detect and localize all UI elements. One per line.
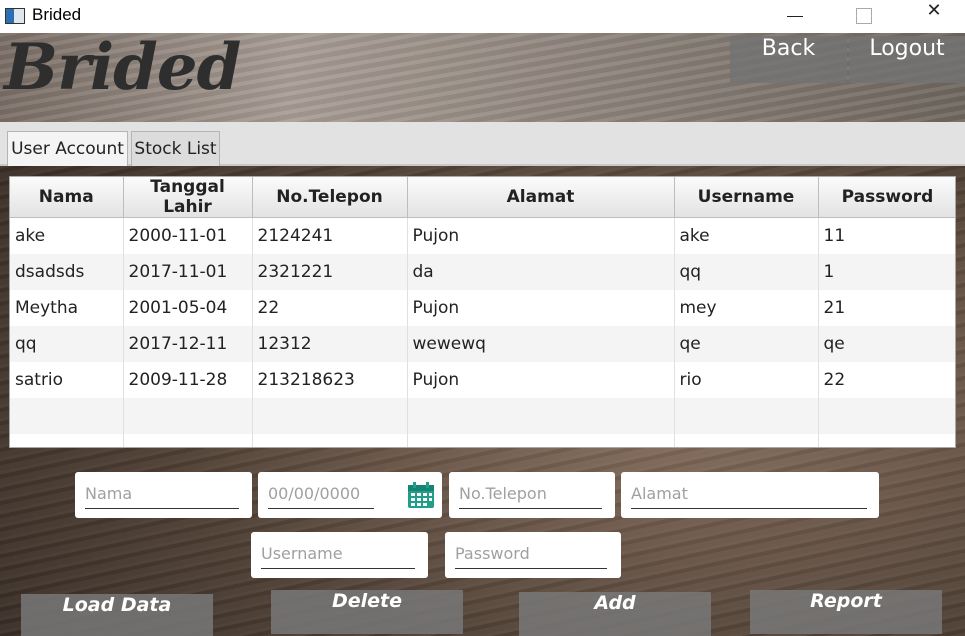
table-cell: 2017-12-11 xyxy=(123,325,253,362)
table-header-row: Nama Tanggal Lahir No.Telepon Alamat Use… xyxy=(10,177,955,218)
tab-user-account[interactable]: User Account xyxy=(7,131,128,166)
table-cell: satrio xyxy=(10,361,124,398)
table-cell: 21 xyxy=(818,289,955,326)
app-icon xyxy=(5,8,25,24)
column-header-username[interactable]: Username xyxy=(674,177,819,218)
password-input[interactable] xyxy=(455,538,607,569)
table-cell: qq xyxy=(10,325,124,362)
tanggal-lahir-field xyxy=(258,472,442,518)
table-cell: 1 xyxy=(818,253,955,290)
table-cell: qq xyxy=(674,253,819,290)
delete-button[interactable]: Delete xyxy=(271,590,463,634)
password-field xyxy=(445,532,621,578)
table-cell: ake xyxy=(674,217,819,254)
table-row[interactable]: dsadsds 2017-11-01 2321221 da qq 1 xyxy=(10,253,955,290)
empty-row xyxy=(10,397,955,434)
table-cell: 2000-11-01 xyxy=(123,217,253,254)
column-header-no-telepon[interactable]: No.Telepon xyxy=(252,177,408,218)
column-header-nama[interactable]: Nama xyxy=(10,177,124,218)
brand-logo: Brided xyxy=(4,30,241,105)
table-cell: Pujon xyxy=(407,289,675,326)
alamat-input[interactable] xyxy=(631,478,867,509)
table-cell: mey xyxy=(674,289,819,326)
title-bar: Brided ✕ xyxy=(0,0,965,33)
table-row[interactable]: Meytha 2001-05-04 22 Pujon mey 21 xyxy=(10,289,955,326)
report-button[interactable]: Report xyxy=(750,590,942,634)
window-title: Brided xyxy=(32,5,82,24)
calendar-icon[interactable] xyxy=(406,481,436,509)
table-cell: qe xyxy=(818,325,955,362)
nama-input[interactable] xyxy=(85,478,239,509)
table-cell: rio xyxy=(674,361,819,398)
table-cell: Pujon xyxy=(407,217,675,254)
minimize-button[interactable] xyxy=(772,0,818,33)
tab-stock-list[interactable]: Stock List xyxy=(131,131,220,166)
empty-row xyxy=(10,433,955,447)
table-row[interactable]: ake 2000-11-01 2124241 Pujon ake 11 xyxy=(10,217,955,254)
table-row[interactable]: qq 2017-12-11 12312 wewewq qe qe xyxy=(10,325,955,362)
no-telepon-input[interactable] xyxy=(459,478,602,509)
table-cell: 12312 xyxy=(252,325,408,362)
table-cell: dsadsds xyxy=(10,253,124,290)
username-input[interactable] xyxy=(261,538,415,569)
maximize-button[interactable] xyxy=(840,0,886,33)
username-field xyxy=(251,532,428,578)
table-cell: 2017-11-01 xyxy=(123,253,253,290)
table-cell: 2009-11-28 xyxy=(123,361,253,398)
table-cell: 2001-05-04 xyxy=(123,289,253,326)
table-cell: 213218623 xyxy=(252,361,408,398)
table-cell: 22 xyxy=(252,289,408,326)
table-cell: ake xyxy=(10,217,124,254)
table-cell: 2321221 xyxy=(252,253,408,290)
tanggal-lahir-input[interactable] xyxy=(268,478,374,509)
table-row[interactable]: satrio 2009-11-28 213218623 Pujon rio 22 xyxy=(10,361,955,398)
column-header-tanggal-lahir[interactable]: Tanggal Lahir xyxy=(123,177,253,218)
table-cell: qe xyxy=(674,325,819,362)
user-table[interactable]: Nama Tanggal Lahir No.Telepon Alamat Use… xyxy=(9,176,956,448)
logout-button[interactable]: Logout xyxy=(849,36,965,83)
add-button[interactable]: Add xyxy=(519,592,711,636)
table-cell: wewewq xyxy=(407,325,675,362)
tab-bar: User Account Stock List xyxy=(0,122,965,166)
table-cell: 11 xyxy=(818,217,955,254)
nama-field xyxy=(75,472,252,518)
load-data-button[interactable]: Load Data xyxy=(21,594,213,636)
no-telepon-field xyxy=(449,472,615,518)
column-header-alamat[interactable]: Alamat xyxy=(407,177,675,218)
table-cell: Pujon xyxy=(407,361,675,398)
column-header-password[interactable]: Password xyxy=(818,177,955,218)
table-cell: 2124241 xyxy=(252,217,408,254)
close-button[interactable]: ✕ xyxy=(911,0,957,33)
table-cell: 22 xyxy=(818,361,955,398)
back-button[interactable]: Back xyxy=(730,36,847,83)
table-cell: Meytha xyxy=(10,289,124,326)
table-cell: da xyxy=(407,253,675,290)
alamat-field xyxy=(621,472,879,518)
